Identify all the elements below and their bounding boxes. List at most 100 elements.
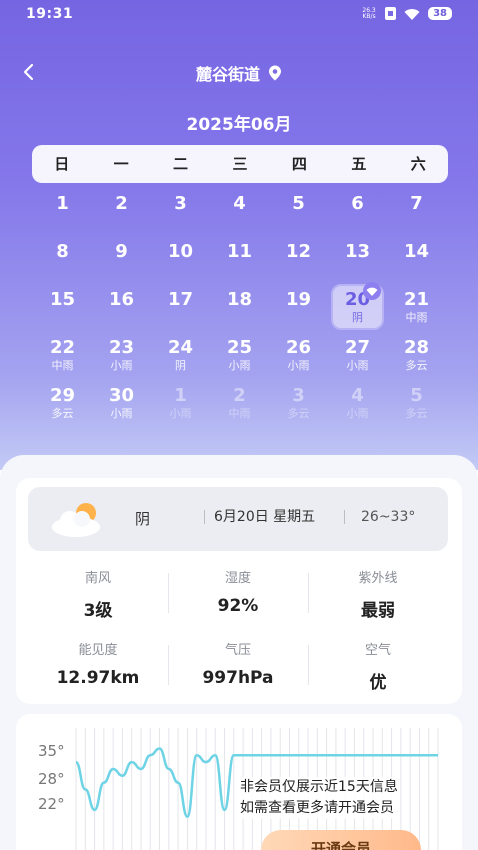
calendar-day-weather: 小雨 <box>287 359 310 372</box>
calendar-day-number: 5 <box>410 385 423 406</box>
stat-uv: 紫外线 最弱 <box>308 563 448 635</box>
calendar-day-number: 21 <box>403 289 430 310</box>
calendar-day-number: 30 <box>108 385 135 406</box>
calendar-grid: 1 2 3 4 5 6 7 8 9 10 11 12 13 14 15 16 17 18 19 20 阴 21 中雨 22 中雨… <box>33 188 446 428</box>
calendar-day[interactable]: 1 <box>33 188 92 236</box>
calendar-week-row: 8 9 10 11 12 13 14 <box>33 236 446 284</box>
calendar-day[interactable]: 14 <box>387 236 446 284</box>
notice-line: 非会员仅展示近15天信息 <box>240 779 398 795</box>
stat-label: 湿度 <box>224 571 251 586</box>
calendar-day[interactable]: 20 阴 <box>328 282 387 332</box>
member-notice: 非会员仅展示近15天信息 如需查看更多请开通会员 <box>240 777 398 819</box>
calendar-day-number: 5 <box>292 193 305 214</box>
calendar-day-number: 18 <box>226 289 253 310</box>
month-title[interactable]: 2025年06月 <box>0 110 478 135</box>
calendar-day[interactable]: 27 小雨 <box>328 332 387 380</box>
stat-value: 优 <box>369 673 387 693</box>
calendar-day[interactable]: 7 <box>387 188 446 236</box>
calendar-day[interactable]: 4 <box>210 188 269 236</box>
calendar-day[interactable]: 30 小雨 <box>92 380 151 428</box>
calendar-day[interactable]: 16 <box>92 284 151 332</box>
date-text: 6月20日 星期五 <box>204 510 315 524</box>
top-bar: 麓谷街道 <box>0 56 478 88</box>
calendar-day-number: 2 <box>233 385 246 406</box>
calendar-day[interactable]: 24 阴 <box>151 332 210 380</box>
calendar-day[interactable]: 1 小雨 <box>151 380 210 428</box>
weather-summary: 阴 6月20日 星期五 26~33° <box>28 487 448 551</box>
calendar-day-number: 11 <box>226 241 253 262</box>
y-tick-label: 35° <box>38 742 65 760</box>
calendar-day[interactable]: 22 中雨 <box>33 332 92 380</box>
temperature-trend-card: 35° 28° 22° 非会员仅展示近15天信息 如需查看更多请开通会员 开通会… <box>16 714 462 850</box>
weekday-label: 三 <box>232 155 248 173</box>
calendar-day-number: 27 <box>344 337 371 358</box>
page-title: 麓谷街道 <box>0 61 478 85</box>
status-time: 19:31 <box>26 6 74 22</box>
stat-value: 3级 <box>83 601 113 621</box>
calendar-day[interactable]: 13 <box>328 236 387 284</box>
calendar-day-number: 2 <box>115 193 128 214</box>
calendar-day[interactable]: 17 <box>151 284 210 332</box>
calendar-day[interactable]: 23 小雨 <box>92 332 151 380</box>
weather-badge-icon <box>363 282 381 300</box>
calendar-day[interactable]: 6 <box>328 188 387 236</box>
stat-pressure: 气压 997hPa <box>168 635 308 707</box>
calendar-day-weather: 多云 <box>405 407 428 420</box>
temperature-range: 26~33° <box>344 510 415 524</box>
calendar-day-number: 23 <box>108 337 135 358</box>
calendar-day[interactable]: 3 多云 <box>269 380 328 428</box>
calendar-day[interactable]: 18 <box>210 284 269 332</box>
calendar-day[interactable]: 3 <box>151 188 210 236</box>
calendar-day[interactable]: 2 中雨 <box>210 380 269 428</box>
sim-card-icon <box>385 7 397 20</box>
calendar-day[interactable]: 5 <box>269 188 328 236</box>
status-icons: 26.3 KB/s 38 <box>361 7 452 20</box>
y-tick-label: 28° <box>38 770 65 788</box>
weekday-label: 一 <box>113 155 129 173</box>
stat-value: 92% <box>217 596 259 616</box>
calendar-day-weather: 多云 <box>51 407 74 420</box>
calendar-day-number: 3 <box>174 193 187 214</box>
calendar-day[interactable]: 2 <box>92 188 151 236</box>
calendar-day[interactable]: 29 多云 <box>33 380 92 428</box>
calendar-day-weather: 小雨 <box>346 407 369 420</box>
calendar-day-number: 19 <box>285 289 312 310</box>
calendar-day-weather: 小雨 <box>110 407 133 420</box>
calendar-day[interactable]: 25 小雨 <box>210 332 269 380</box>
calendar-day-number: 15 <box>49 289 76 310</box>
calendar-day-number: 1 <box>56 193 69 214</box>
location-name: 麓谷街道 <box>195 65 260 84</box>
status-bar: 19:31 26.3 KB/s 38 <box>0 0 478 30</box>
calendar-day-number: 8 <box>56 241 69 262</box>
calendar-day-number: 10 <box>167 241 194 262</box>
location-selector[interactable]: 麓谷街道 <box>196 61 282 85</box>
calendar-week-row: 22 中雨 23 小雨 24 阴 25 小雨 26 小雨 27 小雨 28 多云 <box>33 332 446 380</box>
calendar-day-number: 6 <box>351 193 364 214</box>
calendar-day[interactable]: 9 <box>92 236 151 284</box>
calendar-day[interactable]: 15 <box>33 284 92 332</box>
calendar-day-weather: 中雨 <box>51 359 74 372</box>
calendar-day[interactable]: 10 <box>151 236 210 284</box>
calendar-day[interactable]: 5 多云 <box>387 380 446 428</box>
stat-humidity: 湿度 92% <box>168 563 308 635</box>
weekday-header: 日 一 二 三 四 五 六 <box>32 145 448 183</box>
net-speed-unit: KB/s <box>362 12 376 20</box>
calendar-day[interactable]: 21 中雨 <box>387 284 446 332</box>
calendar-day[interactable]: 11 <box>210 236 269 284</box>
net-speed: 26.3 KB/s <box>361 7 377 20</box>
calendar-day[interactable]: 12 <box>269 236 328 284</box>
calendar-day-weather: 小雨 <box>228 359 251 372</box>
calendar-day-weather: 中雨 <box>405 311 428 324</box>
stat-value: 12.97km <box>56 668 140 688</box>
open-membership-button[interactable]: 开通会员 <box>261 830 421 850</box>
calendar-day[interactable]: 28 多云 <box>387 332 446 380</box>
stat-label: 南风 <box>84 571 111 586</box>
calendar-day[interactable]: 4 小雨 <box>328 380 387 428</box>
stats-row: 能见度 12.97km 气压 997hPa 空气 优 <box>28 635 448 707</box>
weekday-label: 六 <box>410 155 426 173</box>
calendar-day[interactable]: 8 <box>33 236 92 284</box>
calendar-day[interactable]: 19 <box>269 284 328 332</box>
calendar-day[interactable]: 26 小雨 <box>269 332 328 380</box>
calendar-day-number: 26 <box>285 337 312 358</box>
calendar-day-number: 1 <box>174 385 187 406</box>
